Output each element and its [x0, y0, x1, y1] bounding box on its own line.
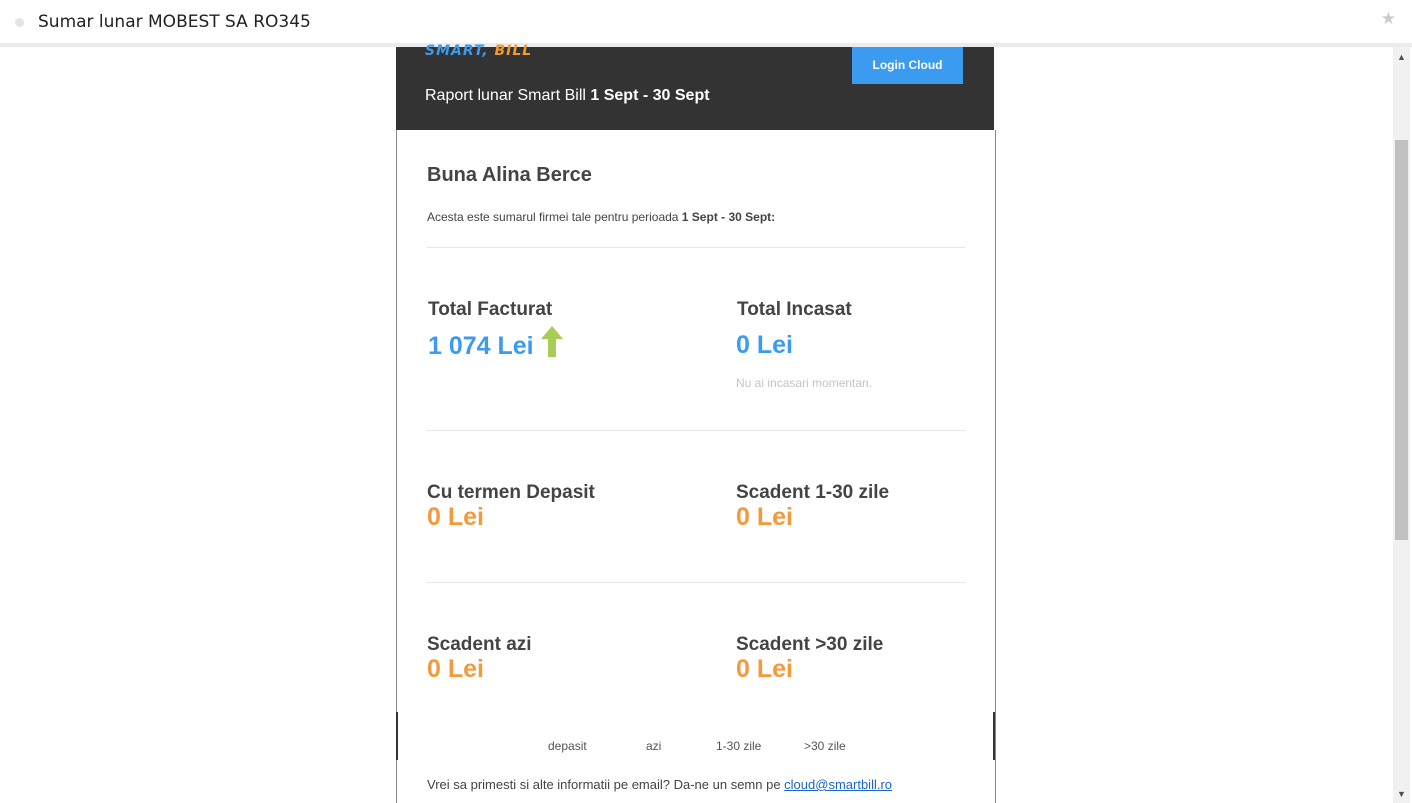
email-subject: Sumar lunar MOBEST SA RO345 [38, 12, 311, 32]
legend-azi: azi [646, 739, 662, 753]
trend-up-arrow-icon [541, 326, 563, 357]
divider [427, 430, 965, 431]
legend-1-30-zile: 1-30 zile [716, 739, 762, 753]
support-email-link[interactable]: cloud@smartbill.ro [784, 777, 892, 792]
footer-text: Vrei sa primesti si alte informatii pe e… [427, 777, 893, 792]
scadent-1-30-value: 0 Lei [736, 503, 793, 531]
email-body: Buna Alina Berce Acesta este sumarul fir… [396, 130, 996, 803]
total-incasat-value: 0 Lei [736, 331, 793, 359]
legend-depasit: depasit [548, 739, 587, 753]
scroll-down-arrow-icon[interactable]: ▼ [1393, 786, 1410, 803]
termen-depasit-label: Cu termen Depasit [427, 482, 595, 503]
scadent-30-value: 0 Lei [736, 655, 793, 683]
total-facturat-value: 1 074 Lei [428, 332, 534, 360]
unread-dot-icon [15, 18, 24, 27]
total-facturat-label: Total Facturat [428, 299, 553, 320]
scadent-1-30-label: Scadent 1-30 zile [736, 482, 890, 503]
greeting: Buna Alina Berce [427, 164, 592, 186]
scrollbar-thumb[interactable] [1395, 140, 1408, 540]
legend-30-zile: >30 zile [804, 739, 846, 753]
vertical-scrollbar[interactable]: ▲ ▼ [1393, 47, 1410, 803]
login-cloud-button[interactable]: Login Cloud [852, 47, 963, 84]
divider [427, 247, 965, 248]
scadent-30-label: Scadent >30 zile [736, 634, 884, 655]
incasari-note: Nu ai incasari momentan. [736, 376, 873, 390]
divider [427, 582, 965, 583]
total-incasat-label: Total Incasat [737, 299, 852, 320]
termen-depasit-value: 0 Lei [427, 503, 484, 531]
card-edge [396, 712, 398, 760]
email-header: SMART, BILL Login Cloud Raport lunar Sma… [396, 43, 994, 130]
summary-text: Acesta este sumarul firmei tale pentru p… [427, 210, 776, 224]
card-edge [993, 712, 995, 760]
report-title: Raport lunar Smart Bill 1 Sept - 30 Sept [425, 87, 710, 104]
scadent-azi-value: 0 Lei [427, 655, 484, 683]
scadent-azi-label: Scadent azi [427, 634, 532, 655]
scroll-up-arrow-icon[interactable]: ▲ [1393, 49, 1410, 66]
smartbill-logo: SMART, BILL [425, 43, 533, 59]
email-subject-bar: Sumar lunar MOBEST SA RO345 ★ [0, 0, 1412, 47]
star-icon[interactable]: ★ [1381, 9, 1396, 29]
